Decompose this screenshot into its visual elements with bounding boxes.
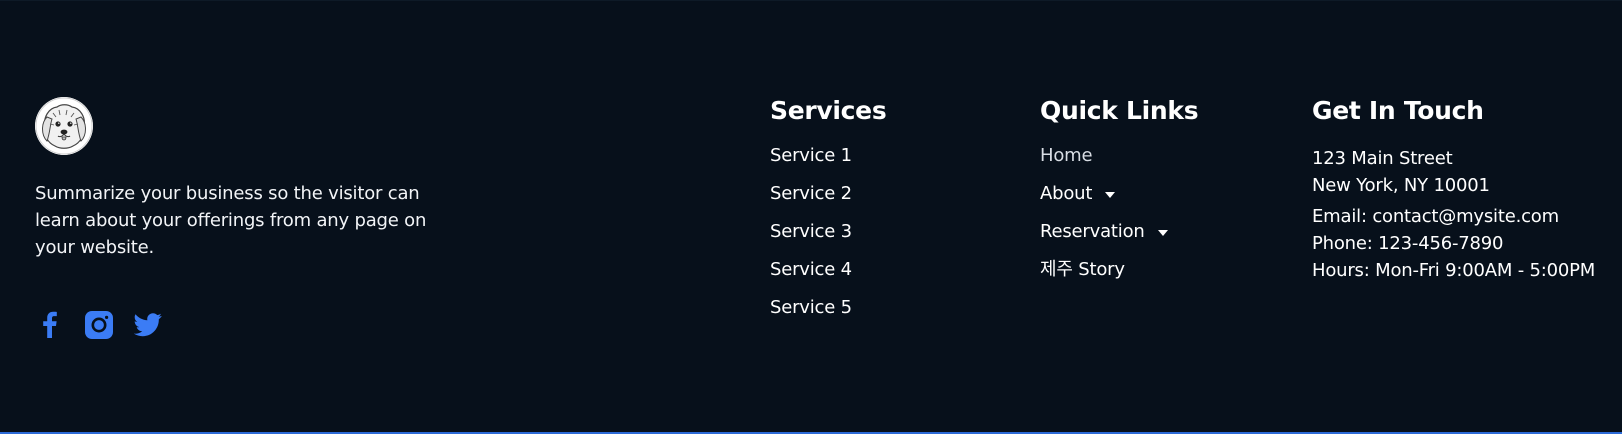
twitter-link[interactable] (133, 310, 162, 339)
services-column: Services Service 1 Service 2 Service 3 S… (770, 95, 1010, 335)
quick-link-jeju-story[interactable]: 제주 Story (1040, 259, 1280, 297)
quick-links-list: Home About Reservation 제주 Story (1040, 145, 1280, 297)
instagram-link[interactable] (84, 310, 113, 339)
twitter-icon (133, 312, 162, 336)
quick-link-label: 제주 Story (1040, 259, 1125, 280)
social-links (35, 310, 162, 339)
services-heading: Services (770, 96, 887, 125)
quick-links-column: Quick Links Home About Reservation 제주 St… (1040, 95, 1280, 297)
email-text[interactable]: Email: contact@mysite.com (1312, 203, 1612, 230)
contact-details: 123 Main Street New York, NY 10001 Email… (1312, 145, 1612, 284)
address-line-1: 123 Main Street (1312, 148, 1453, 169)
service-link-2[interactable]: Service 2 (770, 183, 1010, 221)
site-footer: Summarize your business so the visitor c… (0, 0, 1622, 434)
business-summary: Summarize your business so the visitor c… (35, 183, 427, 258)
quick-link-label: Home (1040, 145, 1093, 166)
dog-sketch-logo[interactable] (35, 97, 93, 155)
quick-link-home[interactable]: Home (1040, 145, 1280, 183)
caret-down-icon[interactable] (1157, 230, 1168, 236)
brand-column: Summarize your business so the visitor c… (35, 97, 455, 339)
service-link-3[interactable]: Service 3 (770, 221, 1010, 259)
hours-text: Hours: Mon-Fri 9:00AM - 5:00PM (1312, 260, 1596, 281)
quick-link-reservation[interactable]: Reservation (1040, 221, 1280, 259)
quick-link-about[interactable]: About (1040, 183, 1280, 221)
instagram-icon (84, 310, 113, 339)
contact-column: Get In Touch 123 Main Street New York, N… (1312, 95, 1612, 284)
facebook-icon (42, 311, 57, 338)
service-link-1[interactable]: Service 1 (770, 145, 1010, 183)
contact-heading: Get In Touch (1312, 96, 1484, 125)
quick-link-label: About (1040, 183, 1093, 204)
phone-text[interactable]: Phone: 123-456-7890 (1312, 230, 1612, 257)
caret-down-icon[interactable] (1105, 192, 1116, 198)
service-link-4[interactable]: Service 4 (770, 259, 1010, 297)
service-link-5[interactable]: Service 5 (770, 297, 1010, 335)
quick-link-label: Reservation (1040, 221, 1145, 242)
facebook-link[interactable] (35, 310, 64, 339)
address-line-2: New York, NY 10001 (1312, 175, 1490, 196)
dog-logo-icon (35, 97, 93, 155)
services-list: Service 1 Service 2 Service 3 Service 4 … (770, 145, 1010, 335)
quick-links-heading: Quick Links (1040, 96, 1199, 125)
